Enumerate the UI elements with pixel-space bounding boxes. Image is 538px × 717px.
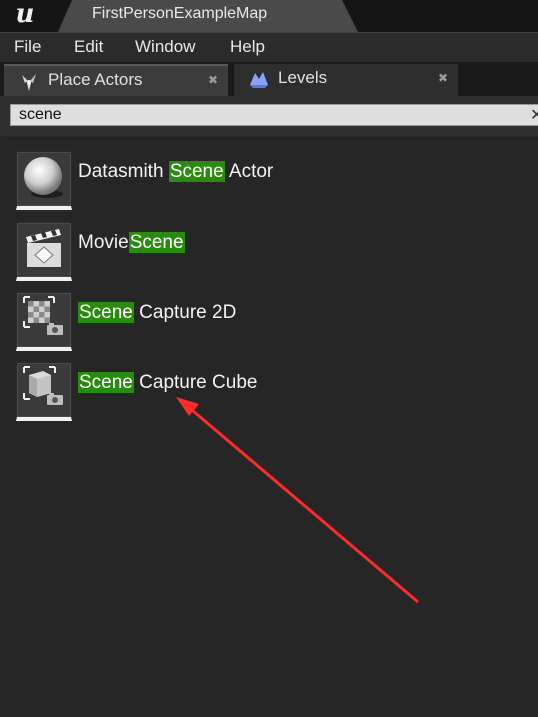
annotation-arrow	[176, 397, 419, 604]
